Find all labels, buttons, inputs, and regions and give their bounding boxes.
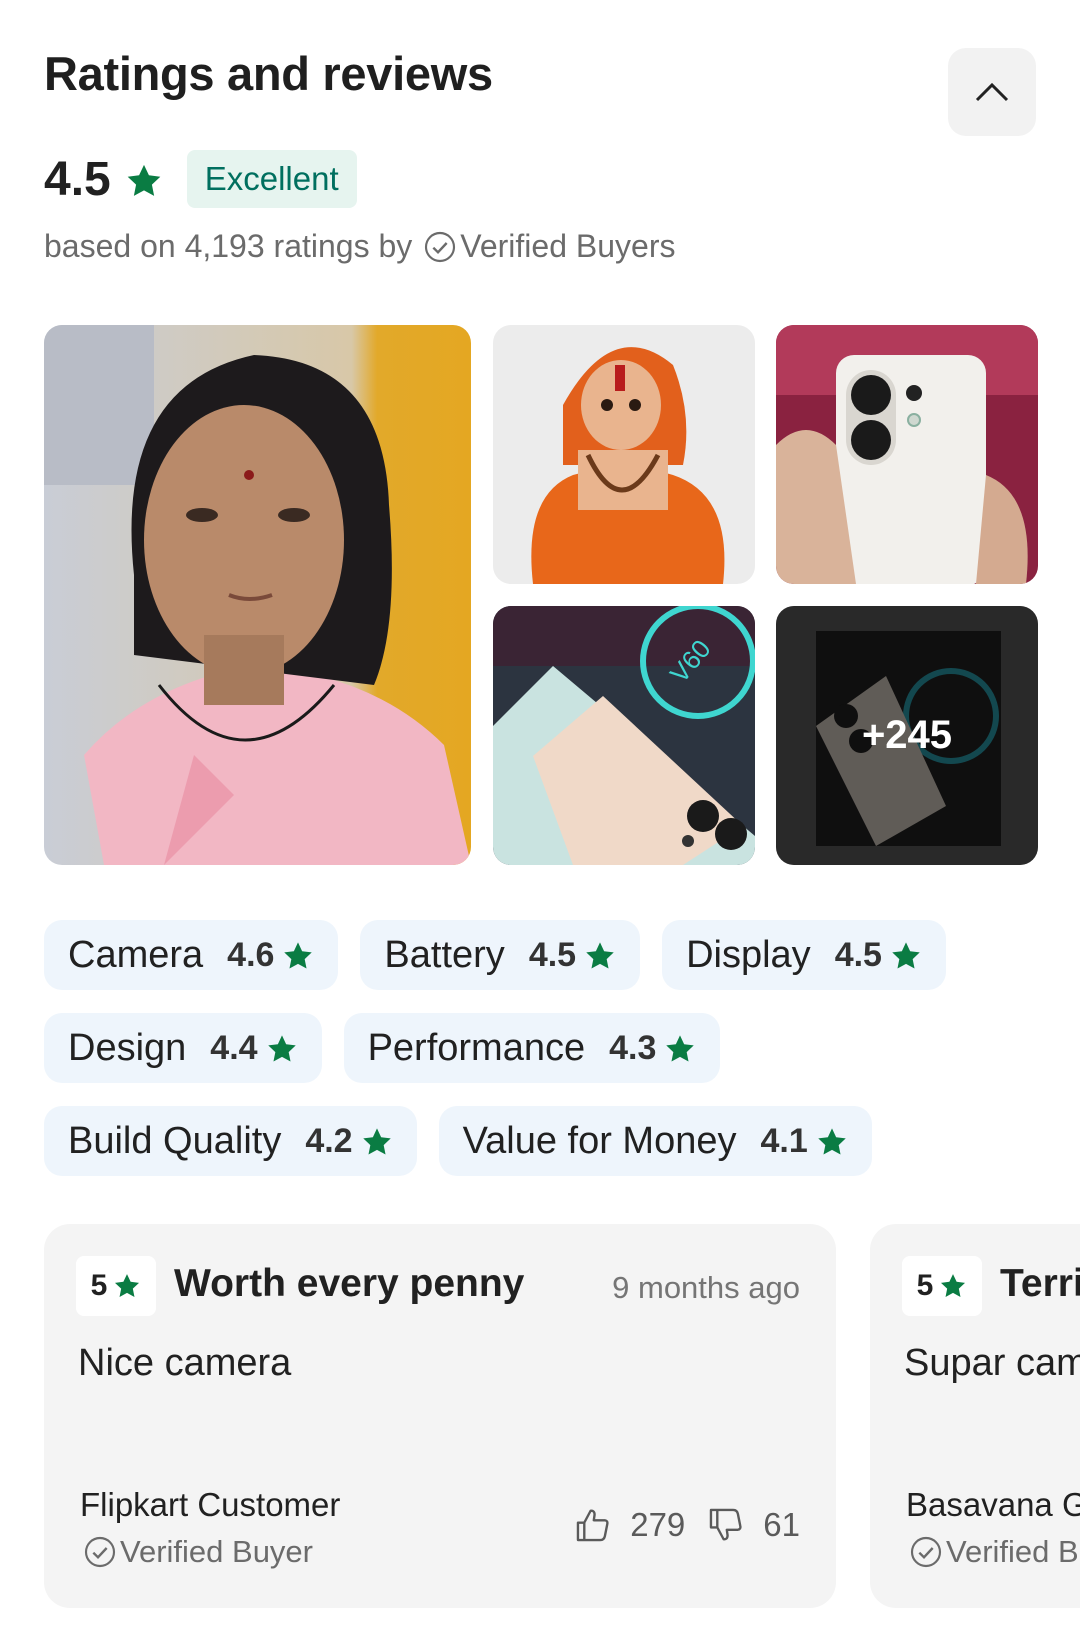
review-photo-3[interactable] (776, 325, 1038, 584)
review-time: 9 months ago (612, 1270, 800, 1305)
aspect-value: 4.6 (227, 935, 275, 974)
aspect-chip-display[interactable]: Display 4.5 (662, 920, 946, 990)
aspect-value: 4.1 (760, 1121, 808, 1160)
verified-buyer: Verified Buyer (910, 1534, 1080, 1570)
star-icon (941, 1274, 966, 1297)
review-rating: 5 (902, 1256, 982, 1316)
thumbs-up-icon[interactable] (574, 1506, 612, 1544)
aspect-label: Value for Money (462, 1119, 737, 1162)
review-title: Worth every penny (174, 1262, 525, 1305)
aspect-label: Design (68, 1026, 187, 1069)
review-photo-1[interactable] (44, 325, 471, 865)
reviewer-name: Basavana G (906, 1486, 1080, 1523)
aspect-chip-design[interactable]: Design 4.4 (44, 1013, 322, 1083)
aspect-ratings: Camera 4.6 Battery 4.5 Display 4.5 Desig… (44, 920, 1044, 1199)
aspect-label: Performance (367, 1026, 586, 1069)
review-body: Supar camera (904, 1342, 1080, 1384)
aspect-label: Camera (68, 933, 204, 976)
section-title: Ratings and reviews (44, 47, 493, 100)
verified-buyer-label: Verified Buyer (120, 1534, 313, 1569)
aspect-chip-performance[interactable]: Performance 4.3 (343, 1013, 721, 1083)
star-icon (892, 942, 920, 969)
rating-badge: Excellent (186, 150, 357, 208)
aspect-chip-build-quality[interactable]: Build Quality 4.2 (44, 1106, 417, 1176)
reviews-header: Ratings and reviews (44, 44, 1036, 136)
collapse-button[interactable] (948, 48, 1036, 136)
star-icon (115, 1274, 140, 1297)
aspect-value: 4.5 (834, 935, 882, 974)
review-rating-value: 5 (90, 1269, 108, 1302)
aspect-value: 4.3 (609, 1028, 657, 1067)
star-icon (267, 1035, 296, 1062)
verified-buyer: Verified Buyer (84, 1534, 313, 1570)
aspect-label: Build Quality (68, 1119, 282, 1162)
aspect-label: Display (686, 933, 811, 976)
verified-check-icon (84, 1536, 116, 1568)
verified-check-icon (910, 1536, 942, 1568)
verified-check-icon (425, 231, 456, 262)
aspect-chip-value-for-money[interactable]: Value for Money 4.1 (438, 1106, 872, 1176)
star-icon (666, 1035, 695, 1062)
review-title: Terrific (1000, 1262, 1080, 1305)
likes-count: 279 (630, 1506, 686, 1543)
ratings-count-text: based on 4,193 ratings by (44, 228, 413, 264)
star-icon (284, 942, 313, 969)
verified-buyer-label: Verified Buyer (946, 1534, 1080, 1569)
review-body: Nice camera (78, 1342, 292, 1384)
aspect-value: 4.2 (305, 1121, 353, 1160)
rating-summary: 4.5 Excellent (44, 150, 357, 208)
review-card[interactable]: 5 Worth every penny 9 months ago Nice ca… (44, 1224, 836, 1608)
star-icon (818, 1128, 846, 1155)
review-rating: 5 (76, 1256, 156, 1316)
review-photo-4[interactable]: V60 (493, 606, 755, 865)
star-icon (127, 164, 161, 196)
aspect-chip-camera[interactable]: Camera 4.6 (44, 920, 339, 990)
star-icon (362, 1128, 391, 1155)
more-photos-count: +245 (776, 606, 1038, 865)
aspect-label: Battery (384, 933, 505, 976)
review-rating-value: 5 (916, 1269, 934, 1302)
dislikes-count: 61 (763, 1506, 800, 1543)
review-photo-more[interactable]: +245 (776, 606, 1038, 865)
review-photo-2[interactable] (493, 325, 755, 584)
chevron-up-icon (975, 82, 1009, 102)
reviewer-name: Flipkart Customer (80, 1486, 341, 1523)
star-icon (586, 942, 614, 969)
review-votes: 279 61 (574, 1506, 800, 1544)
aspect-value: 4.5 (528, 935, 577, 974)
aspect-chip-battery[interactable]: Battery 4.5 (360, 920, 641, 990)
aspect-value: 4.4 (210, 1028, 258, 1067)
ratings-basis: based on 4,193 ratings by Verified Buyer… (44, 228, 675, 265)
review-card[interactable]: 5 Terrific Supar camera Basavana G Verif… (870, 1224, 1080, 1608)
review-carousel[interactable]: 5 Worth every penny 9 months ago Nice ca… (44, 1224, 1080, 1614)
verified-buyers-label: Verified Buyers (460, 228, 676, 264)
overall-rating: 4.5 (44, 152, 111, 206)
thumbs-down-icon[interactable] (707, 1506, 745, 1544)
